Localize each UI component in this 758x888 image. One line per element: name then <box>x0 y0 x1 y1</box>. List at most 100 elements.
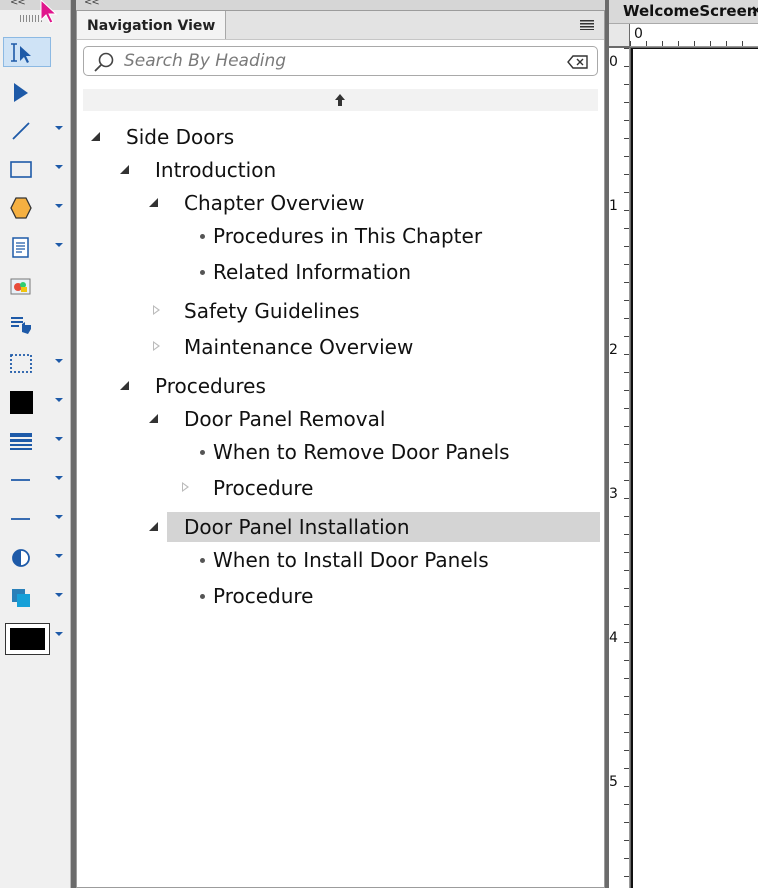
collapsed-toggle-icon[interactable] <box>182 482 189 492</box>
mouse-cursor-icon <box>40 0 58 24</box>
ruler-v-label: 3 <box>609 486 618 502</box>
collapse-toolbar-button[interactable]: << <box>10 0 26 8</box>
line-style-icon <box>11 479 30 481</box>
clear-search-icon[interactable] <box>567 54 589 70</box>
fill-color-tool[interactable] <box>4 386 52 416</box>
color-swatch-icon <box>5 623 50 655</box>
overprint-tool-dropdown[interactable] <box>54 581 66 611</box>
tint-tool[interactable] <box>4 542 52 572</box>
expand-toggle-icon[interactable] <box>120 381 129 390</box>
nav-panel-title-bar: Navigation View <box>77 11 604 40</box>
expand-toggle-icon[interactable] <box>91 132 100 141</box>
ruler-corner <box>609 24 629 46</box>
ruler-v-label: 4 <box>609 630 618 646</box>
tree-node[interactable]: Procedures in This Chapter <box>213 221 482 251</box>
arrow-tool[interactable] <box>4 76 52 106</box>
text-select-tool[interactable] <box>3 37 51 67</box>
horizontal-ruler: 0 <box>630 24 758 47</box>
image-icon <box>10 278 31 295</box>
collapse-nav-button[interactable]: << <box>84 0 100 8</box>
half-circle-icon <box>12 549 30 567</box>
navigation-view-panel: Navigation View Side DoorsIntroductionCh… <box>76 10 605 888</box>
overprint-tool[interactable] <box>4 581 52 611</box>
arrow-pointer-icon <box>14 83 28 102</box>
expand-toggle-icon[interactable] <box>149 522 158 531</box>
panel-menu-icon[interactable] <box>580 20 594 30</box>
expand-toggle-icon[interactable] <box>120 165 129 174</box>
tree-node[interactable]: Related Information <box>213 257 411 287</box>
line-weight-tool-dropdown[interactable] <box>54 425 66 455</box>
ruler-v-label: 5 <box>609 774 618 790</box>
hotspot-tool[interactable] <box>4 308 52 338</box>
heading-search-box[interactable] <box>83 46 598 76</box>
collapsed-toggle-icon[interactable] <box>153 341 160 351</box>
up-arrow-icon <box>335 94 345 106</box>
tree-node[interactable]: When to Install Door Panels <box>213 545 489 575</box>
line-style-tool-dropdown[interactable] <box>54 464 66 494</box>
tree-node[interactable]: Maintenance Overview <box>184 332 413 362</box>
tree-node[interactable]: Procedure <box>213 581 314 611</box>
black-square-icon <box>10 391 33 414</box>
hexagon-icon <box>10 197 32 219</box>
tree-node[interactable]: When to Remove Door Panels <box>213 437 510 467</box>
bullet-icon <box>200 270 205 275</box>
line-weight-icon <box>10 433 32 450</box>
bullet-icon <box>200 450 205 455</box>
tree-node[interactable]: Side Doors <box>126 122 234 152</box>
image-tool[interactable] <box>4 270 52 300</box>
ruler-v-label: 2 <box>609 342 618 358</box>
tree-node[interactable]: Procedures <box>155 371 266 401</box>
tint-tool-dropdown[interactable] <box>54 542 66 572</box>
navigation-view-tab[interactable]: Navigation View <box>77 11 227 39</box>
text-select-icon <box>11 43 31 63</box>
scroll-up-bar[interactable] <box>83 89 598 111</box>
document-icon <box>12 237 29 258</box>
text-frame-tool[interactable] <box>4 231 52 261</box>
fill-color-tool-dropdown[interactable] <box>54 386 66 416</box>
line-weight-tool[interactable] <box>4 425 52 455</box>
rectangle-icon <box>10 161 32 178</box>
line-style-tool[interactable] <box>4 464 52 494</box>
line-icon <box>12 122 30 140</box>
overlap-squares-icon <box>12 589 30 607</box>
ruler-v-label: 1 <box>609 198 618 214</box>
collapsed-toggle-icon[interactable] <box>153 305 160 315</box>
close-tab-icon[interactable]: × <box>752 2 758 19</box>
dash-line-icon <box>11 518 30 520</box>
polygon-tool[interactable] <box>4 192 52 222</box>
text-frame-tool-dropdown[interactable] <box>54 231 66 261</box>
document-page[interactable] <box>631 48 758 888</box>
vertical-ruler: 0 1 2 3 4 5 <box>609 48 630 888</box>
document-tab[interactable]: WelcomeScreen × <box>609 0 758 24</box>
expand-toggle-icon[interactable] <box>149 198 158 207</box>
dash-style-tool[interactable] <box>4 503 52 533</box>
tree-node[interactable]: Door Panel Removal <box>184 404 385 434</box>
bullet-icon <box>200 594 205 599</box>
tree-node[interactable]: Door Panel Installation <box>167 512 600 542</box>
document-tab-label: WelcomeScreen <box>623 2 758 20</box>
ruler-h-label: 0 <box>634 26 643 42</box>
color-swatch-tool[interactable] <box>4 620 52 655</box>
expand-toggle-icon[interactable] <box>149 414 158 423</box>
line-tool-dropdown[interactable] <box>54 114 66 144</box>
bullet-icon <box>200 234 205 239</box>
tree-node[interactable]: Safety Guidelines <box>184 296 360 326</box>
selection-frame-tool[interactable] <box>4 347 52 377</box>
search-input[interactable] <box>124 51 554 71</box>
bullet-icon <box>200 558 205 563</box>
dash-style-tool-dropdown[interactable] <box>54 503 66 533</box>
search-icon <box>94 52 114 72</box>
rectangle-tool-dropdown[interactable] <box>54 153 66 183</box>
line-tool[interactable] <box>4 114 52 144</box>
tree-node[interactable]: Chapter Overview <box>184 188 364 218</box>
tree-node[interactable]: Introduction <box>155 155 276 185</box>
polygon-tool-dropdown[interactable] <box>54 192 66 222</box>
dotted-rectangle-icon <box>10 354 32 373</box>
tools-palette: << <box>0 0 71 888</box>
color-swatch-tool-dropdown[interactable] <box>54 620 66 650</box>
ruler-v-label: 0 <box>609 54 618 70</box>
hand-list-icon <box>11 317 31 334</box>
rectangle-tool[interactable] <box>4 153 52 183</box>
tree-node[interactable]: Procedure <box>213 473 314 503</box>
selection-frame-tool-dropdown[interactable] <box>54 347 66 377</box>
